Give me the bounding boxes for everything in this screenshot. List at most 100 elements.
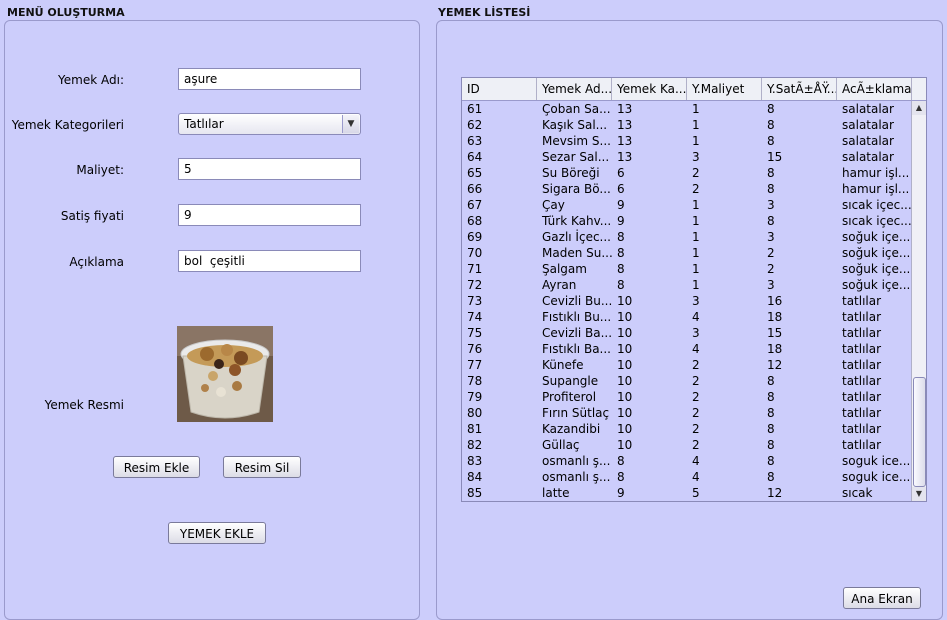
table-row[interactable]: 64 Sezar Sal... 13 3 15 salatalar — [462, 149, 912, 165]
cell-name: Ayran — [542, 278, 577, 292]
cell-description: hamur işl... — [842, 182, 910, 196]
home-screen-button[interactable]: Ana Ekran — [843, 587, 921, 609]
cell-id: 69 — [467, 230, 483, 244]
column-header-cost[interactable]: Y.Maliyet — [687, 78, 762, 100]
cell-id: 61 — [467, 102, 483, 116]
description-input[interactable] — [178, 250, 361, 272]
cell-id: 82 — [467, 438, 483, 452]
cell-price: 12 — [767, 486, 783, 500]
add-food-button[interactable]: YEMEK EKLE — [168, 522, 266, 544]
cell-cost: 5 — [692, 486, 700, 500]
column-header-category[interactable]: Yemek Ka... — [612, 78, 687, 100]
cell-cost: 3 — [692, 326, 700, 340]
cell-cost: 2 — [692, 358, 700, 372]
cell-category: 10 — [617, 294, 633, 308]
column-header-description[interactable]: AcÃ±klama — [837, 78, 912, 100]
table-row[interactable]: 69 Gazlı İçec... 8 1 3 soğuk içe... — [462, 229, 912, 245]
cell-name: Mevsim S... — [542, 134, 611, 148]
table-row[interactable]: 84 osmanlı ş... 8 4 8 soguk ice... — [462, 469, 912, 485]
cell-description: hamur işl... — [842, 166, 910, 180]
table-row[interactable]: 76 Fıstıklı Ba... 10 4 18 tatlılar — [462, 341, 912, 357]
cell-cost: 1 — [692, 198, 700, 212]
table-row[interactable]: 71 Şalgam 8 1 2 soğuk içe... — [462, 261, 912, 277]
cell-category: 13 — [617, 118, 633, 132]
cell-category: 8 — [617, 246, 625, 260]
cell-description: tatlılar — [842, 374, 882, 388]
cell-price: 8 — [767, 438, 775, 452]
column-header-name[interactable]: Yemek Ad... — [537, 78, 612, 100]
scroll-down-arrow-icon[interactable]: ▼ — [912, 487, 926, 501]
table-row[interactable]: 80 Fırın Sütlaç 10 2 8 tatlılar — [462, 405, 912, 421]
cell-name: osmanlı ş... — [542, 470, 611, 484]
cell-description: tatlılar — [842, 326, 882, 340]
table-row[interactable]: 63 Mevsim S... 13 1 8 salatalar — [462, 133, 912, 149]
cell-cost: 2 — [692, 438, 700, 452]
cell-category: 13 — [617, 102, 633, 116]
table-row[interactable]: 82 Güllaç 10 2 8 tatlılar — [462, 437, 912, 453]
cell-name: Kazandibi — [542, 422, 601, 436]
scroll-up-arrow-icon[interactable]: ▲ — [912, 101, 926, 115]
table-row[interactable]: 79 Profiterol 10 2 8 tatlılar — [462, 389, 912, 405]
price-input[interactable] — [178, 204, 361, 226]
table-row[interactable]: 78 Supangle 10 2 8 tatlılar — [462, 373, 912, 389]
cell-category: 10 — [617, 406, 633, 420]
cell-price: 8 — [767, 390, 775, 404]
cell-cost: 1 — [692, 246, 700, 260]
scroll-thumb[interactable] — [913, 377, 926, 487]
cell-category: 10 — [617, 358, 633, 372]
table-row[interactable]: 72 Ayran 8 1 3 soğuk içe... — [462, 277, 912, 293]
cell-cost: 1 — [692, 262, 700, 276]
cell-description: soğuk içe... — [842, 246, 911, 260]
cell-category: 10 — [617, 374, 633, 388]
cell-category: 8 — [617, 470, 625, 484]
cell-category: 8 — [617, 278, 625, 292]
table-row[interactable]: 74 Fıstıklı Bu... 10 4 18 tatlılar — [462, 309, 912, 325]
table-row[interactable]: 83 osmanlı ş... 8 4 8 soguk ice... — [462, 453, 912, 469]
food-name-input[interactable] — [178, 68, 361, 90]
menu-create-title: MENÜ OLUŞTURMA — [7, 6, 125, 19]
cell-name: Maden Su... — [542, 246, 612, 260]
cell-id: 80 — [467, 406, 483, 420]
cell-price: 16 — [767, 294, 783, 308]
column-header-id[interactable]: ID — [462, 78, 537, 100]
table-row[interactable]: 70 Maden Su... 8 1 2 soğuk içe... — [462, 245, 912, 261]
cell-name: latte — [542, 486, 570, 500]
food-category-select[interactable]: Tatlılar ▼ — [178, 113, 361, 135]
cell-description: tatlılar — [842, 342, 882, 356]
column-header-price[interactable]: Y.SatÃ±ÅŸ... — [762, 78, 837, 100]
cost-input[interactable] — [178, 158, 361, 180]
cell-cost: 1 — [692, 214, 700, 228]
cell-cost: 1 — [692, 118, 700, 132]
cell-category: 8 — [617, 262, 625, 276]
cell-id: 81 — [467, 422, 483, 436]
table-row[interactable]: 81 Kazandibi 10 2 8 tatlılar — [462, 421, 912, 437]
add-image-button[interactable]: Resim Ekle — [113, 456, 200, 478]
chevron-down-icon[interactable]: ▼ — [342, 115, 359, 133]
table-row[interactable]: 75 Cevizli Ba... 10 3 15 tatlılar — [462, 325, 912, 341]
table-row[interactable]: 61 Çoban Sa... 13 1 8 salatalar — [462, 101, 912, 117]
table-row[interactable]: 68 Türk Kahv... 9 1 8 sıcak içec... — [462, 213, 912, 229]
cell-price: 3 — [767, 230, 775, 244]
cell-description: soguk ice... — [842, 454, 911, 468]
cell-price: 12 — [767, 358, 783, 372]
cell-price: 8 — [767, 102, 775, 116]
cell-category: 10 — [617, 310, 633, 324]
table-scrollbar[interactable]: ▲ ▼ — [911, 101, 926, 501]
cell-id: 83 — [467, 454, 483, 468]
cell-name: Künefe — [542, 358, 584, 372]
table-row[interactable]: 77 Künefe 10 2 12 tatlılar — [462, 357, 912, 373]
table-row[interactable]: 66 Sigara Bö... 6 2 8 hamur işl... — [462, 181, 912, 197]
remove-image-button[interactable]: Resim Sil — [223, 456, 301, 478]
table-row[interactable]: 73 Cevizli Bu... 10 3 16 tatlılar — [462, 293, 912, 309]
cell-description: tatlılar — [842, 294, 882, 308]
table-row[interactable]: 85 latte 9 5 12 sıcak — [462, 485, 912, 501]
cell-cost: 1 — [692, 230, 700, 244]
table-row[interactable]: 67 Çay 9 1 3 sıcak içec... — [462, 197, 912, 213]
table-row[interactable]: 65 Su Böreği 6 2 8 hamur işl... — [462, 165, 912, 181]
table-row[interactable]: 62 Kaşık Sal... 13 1 8 salatalar — [462, 117, 912, 133]
cell-id: 75 — [467, 326, 483, 340]
cell-description: salatalar — [842, 118, 894, 132]
food-category-value: Tatlılar — [184, 117, 224, 131]
cell-id: 68 — [467, 214, 483, 228]
food-table[interactable]: ID Yemek Ad... Yemek Ka... Y.Maliyet Y.S… — [461, 77, 927, 502]
